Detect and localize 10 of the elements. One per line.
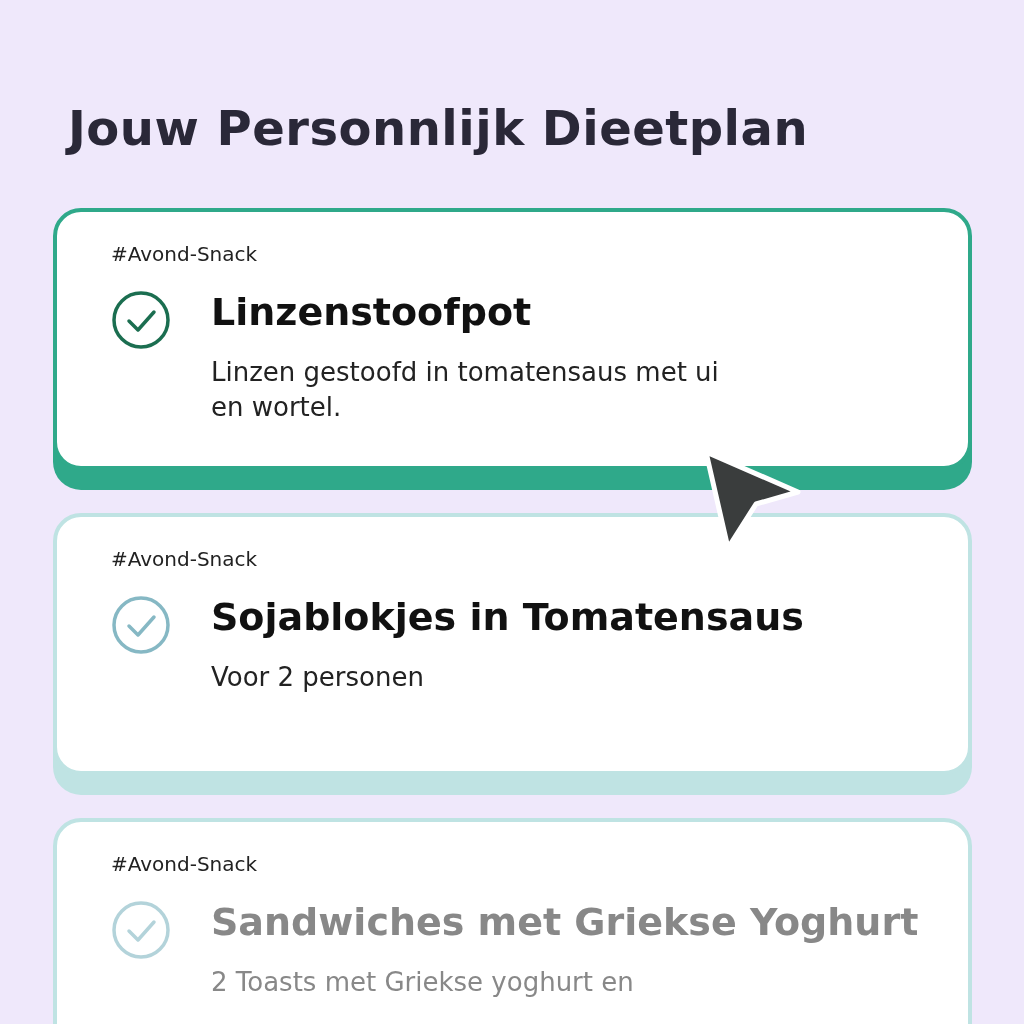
meal-description: Voor 2 personen [211,661,425,695]
meal-tag: #Avond-Snack [111,242,928,266]
meal-tag: #Avond-Snack [111,547,928,571]
meal-name: Sandwiches met Griekse Yoghurt [211,899,919,946]
meal-description: 2 Toasts met Griekse yoghurt en [211,966,635,1000]
meal-name: Sojablokjes in Tomatensaus [211,594,804,641]
meal-description: Linzen gestoofd in tomatensaus met ui en wortel. [211,356,720,425]
meal-tag: #Avond-Snack [111,852,928,876]
meal-card[interactable]: #Avond-Snack Sandwiches met Griekse Yoghurt 2 Toasts met Griekse yoghurt en [53,818,972,1024]
meal-name: Linzenstoofpot [211,289,533,336]
